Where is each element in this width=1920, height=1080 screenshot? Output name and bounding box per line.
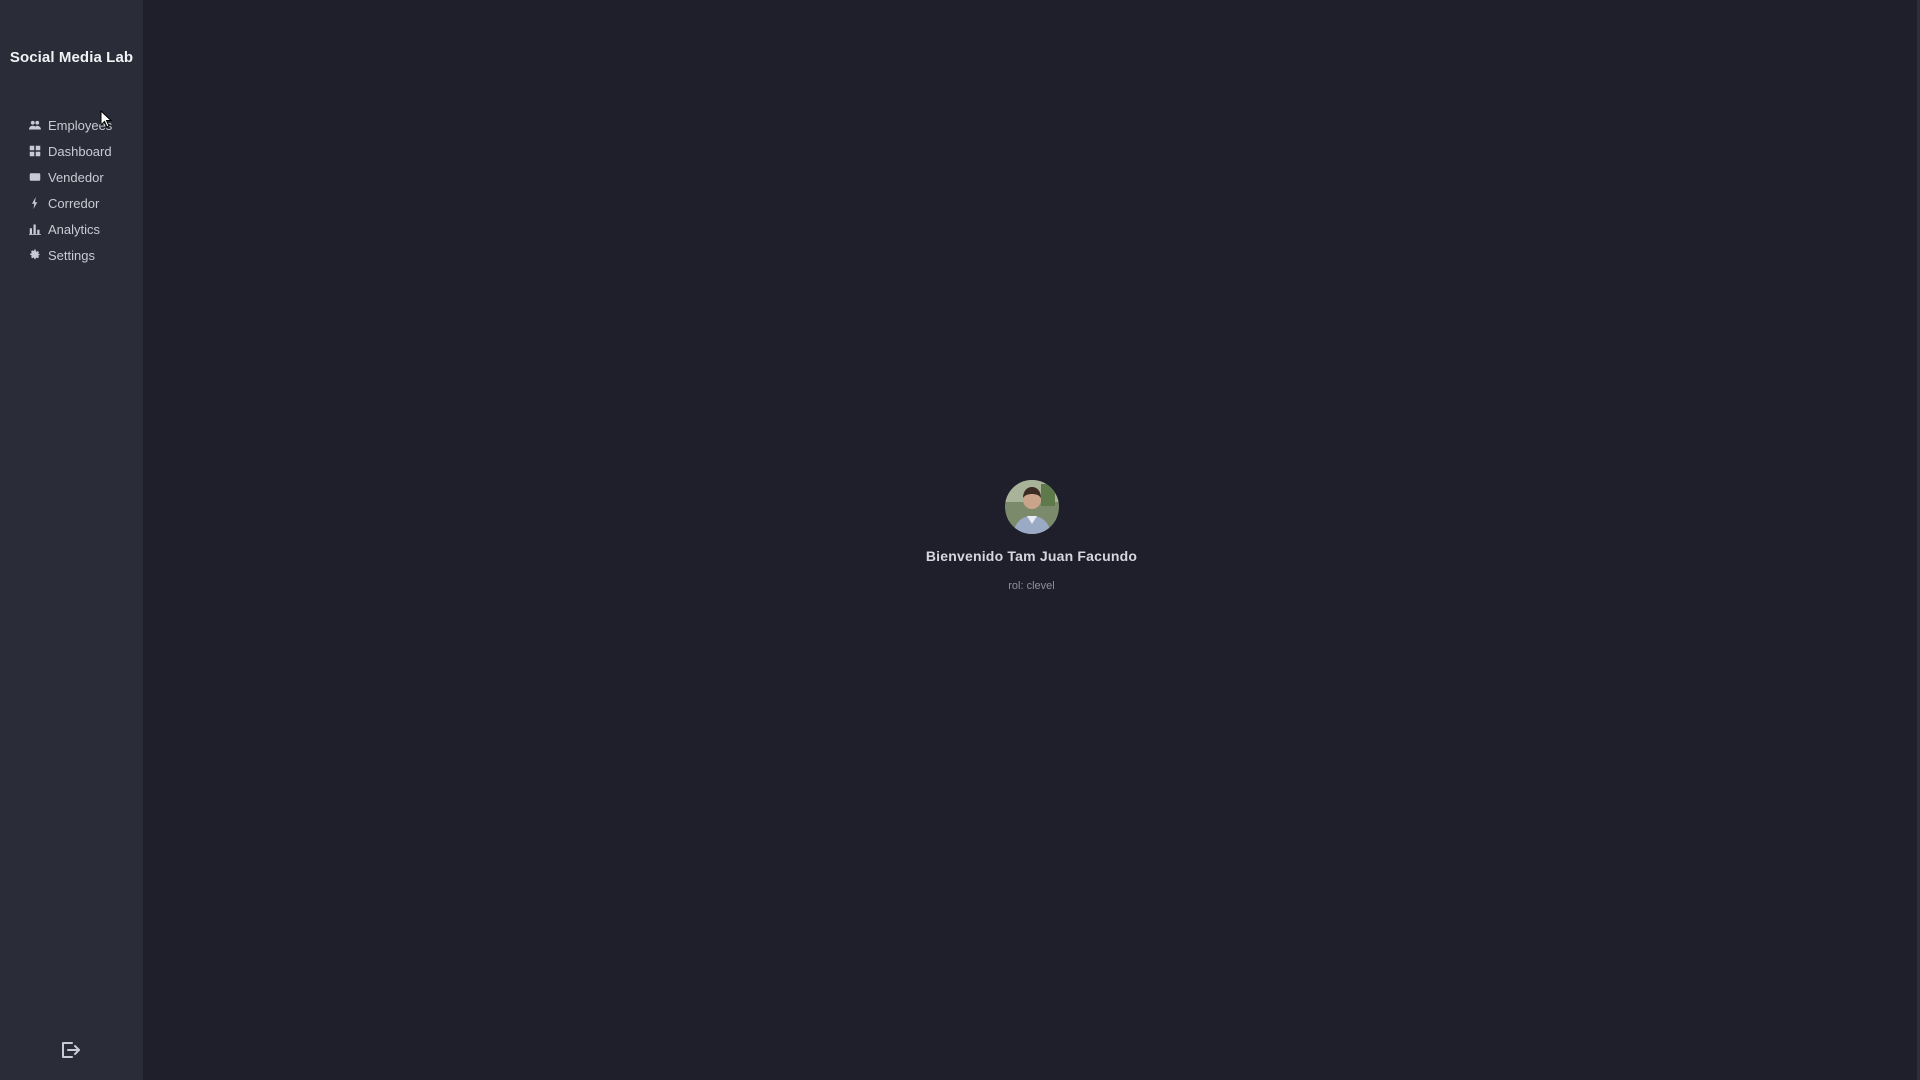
- sidebar-item-label: Employees: [48, 117, 113, 133]
- sidebar-item-dashboard[interactable]: Dashboard: [28, 138, 112, 164]
- sidebar-item-label: Dashboard: [48, 143, 112, 159]
- logout-icon: [58, 1042, 82, 1066]
- bar-chart-icon: [28, 222, 42, 236]
- welcome-panel: Bienvenido Tam Juan Facundo rol: clevel: [143, 480, 1920, 592]
- main-content: Bienvenido Tam Juan Facundo rol: clevel: [143, 0, 1920, 1080]
- logout-button[interactable]: [58, 1038, 82, 1062]
- sidebar-item-label: Analytics: [48, 221, 101, 237]
- sidebar-item-label: Corredor: [48, 195, 100, 211]
- sidebar-item-vendedor[interactable]: Vendedor: [28, 164, 112, 190]
- bolt-icon: [28, 196, 42, 210]
- welcome-title: Bienvenido Tam Juan Facundo: [925, 548, 1138, 564]
- gear-icon: [28, 248, 42, 262]
- card-icon: [28, 170, 42, 184]
- brand-title: Social Media Lab: [9, 49, 134, 66]
- sidebar-item-label: Vendedor: [48, 169, 104, 185]
- avatar: [1004, 480, 1059, 534]
- sidebar-nav: Employees Dashboard Vendedor Corredor An…: [28, 112, 112, 268]
- app-window: Social Media Lab Employees Dashboard Ven…: [0, 0, 1920, 1080]
- sidebar-item-corredor[interactable]: Corredor: [28, 190, 112, 216]
- sidebar-item-analytics[interactable]: Analytics: [28, 216, 112, 242]
- sidebar-item-employees[interactable]: Employees: [28, 112, 112, 138]
- users-icon: [28, 118, 42, 132]
- role-label: rol: clevel: [1008, 580, 1055, 592]
- sidebar-item-label: Settings: [48, 247, 95, 263]
- sidebar: Social Media Lab Employees Dashboard Ven…: [0, 0, 143, 1080]
- sidebar-item-settings[interactable]: Settings: [28, 242, 112, 268]
- grid-icon: [28, 144, 42, 158]
